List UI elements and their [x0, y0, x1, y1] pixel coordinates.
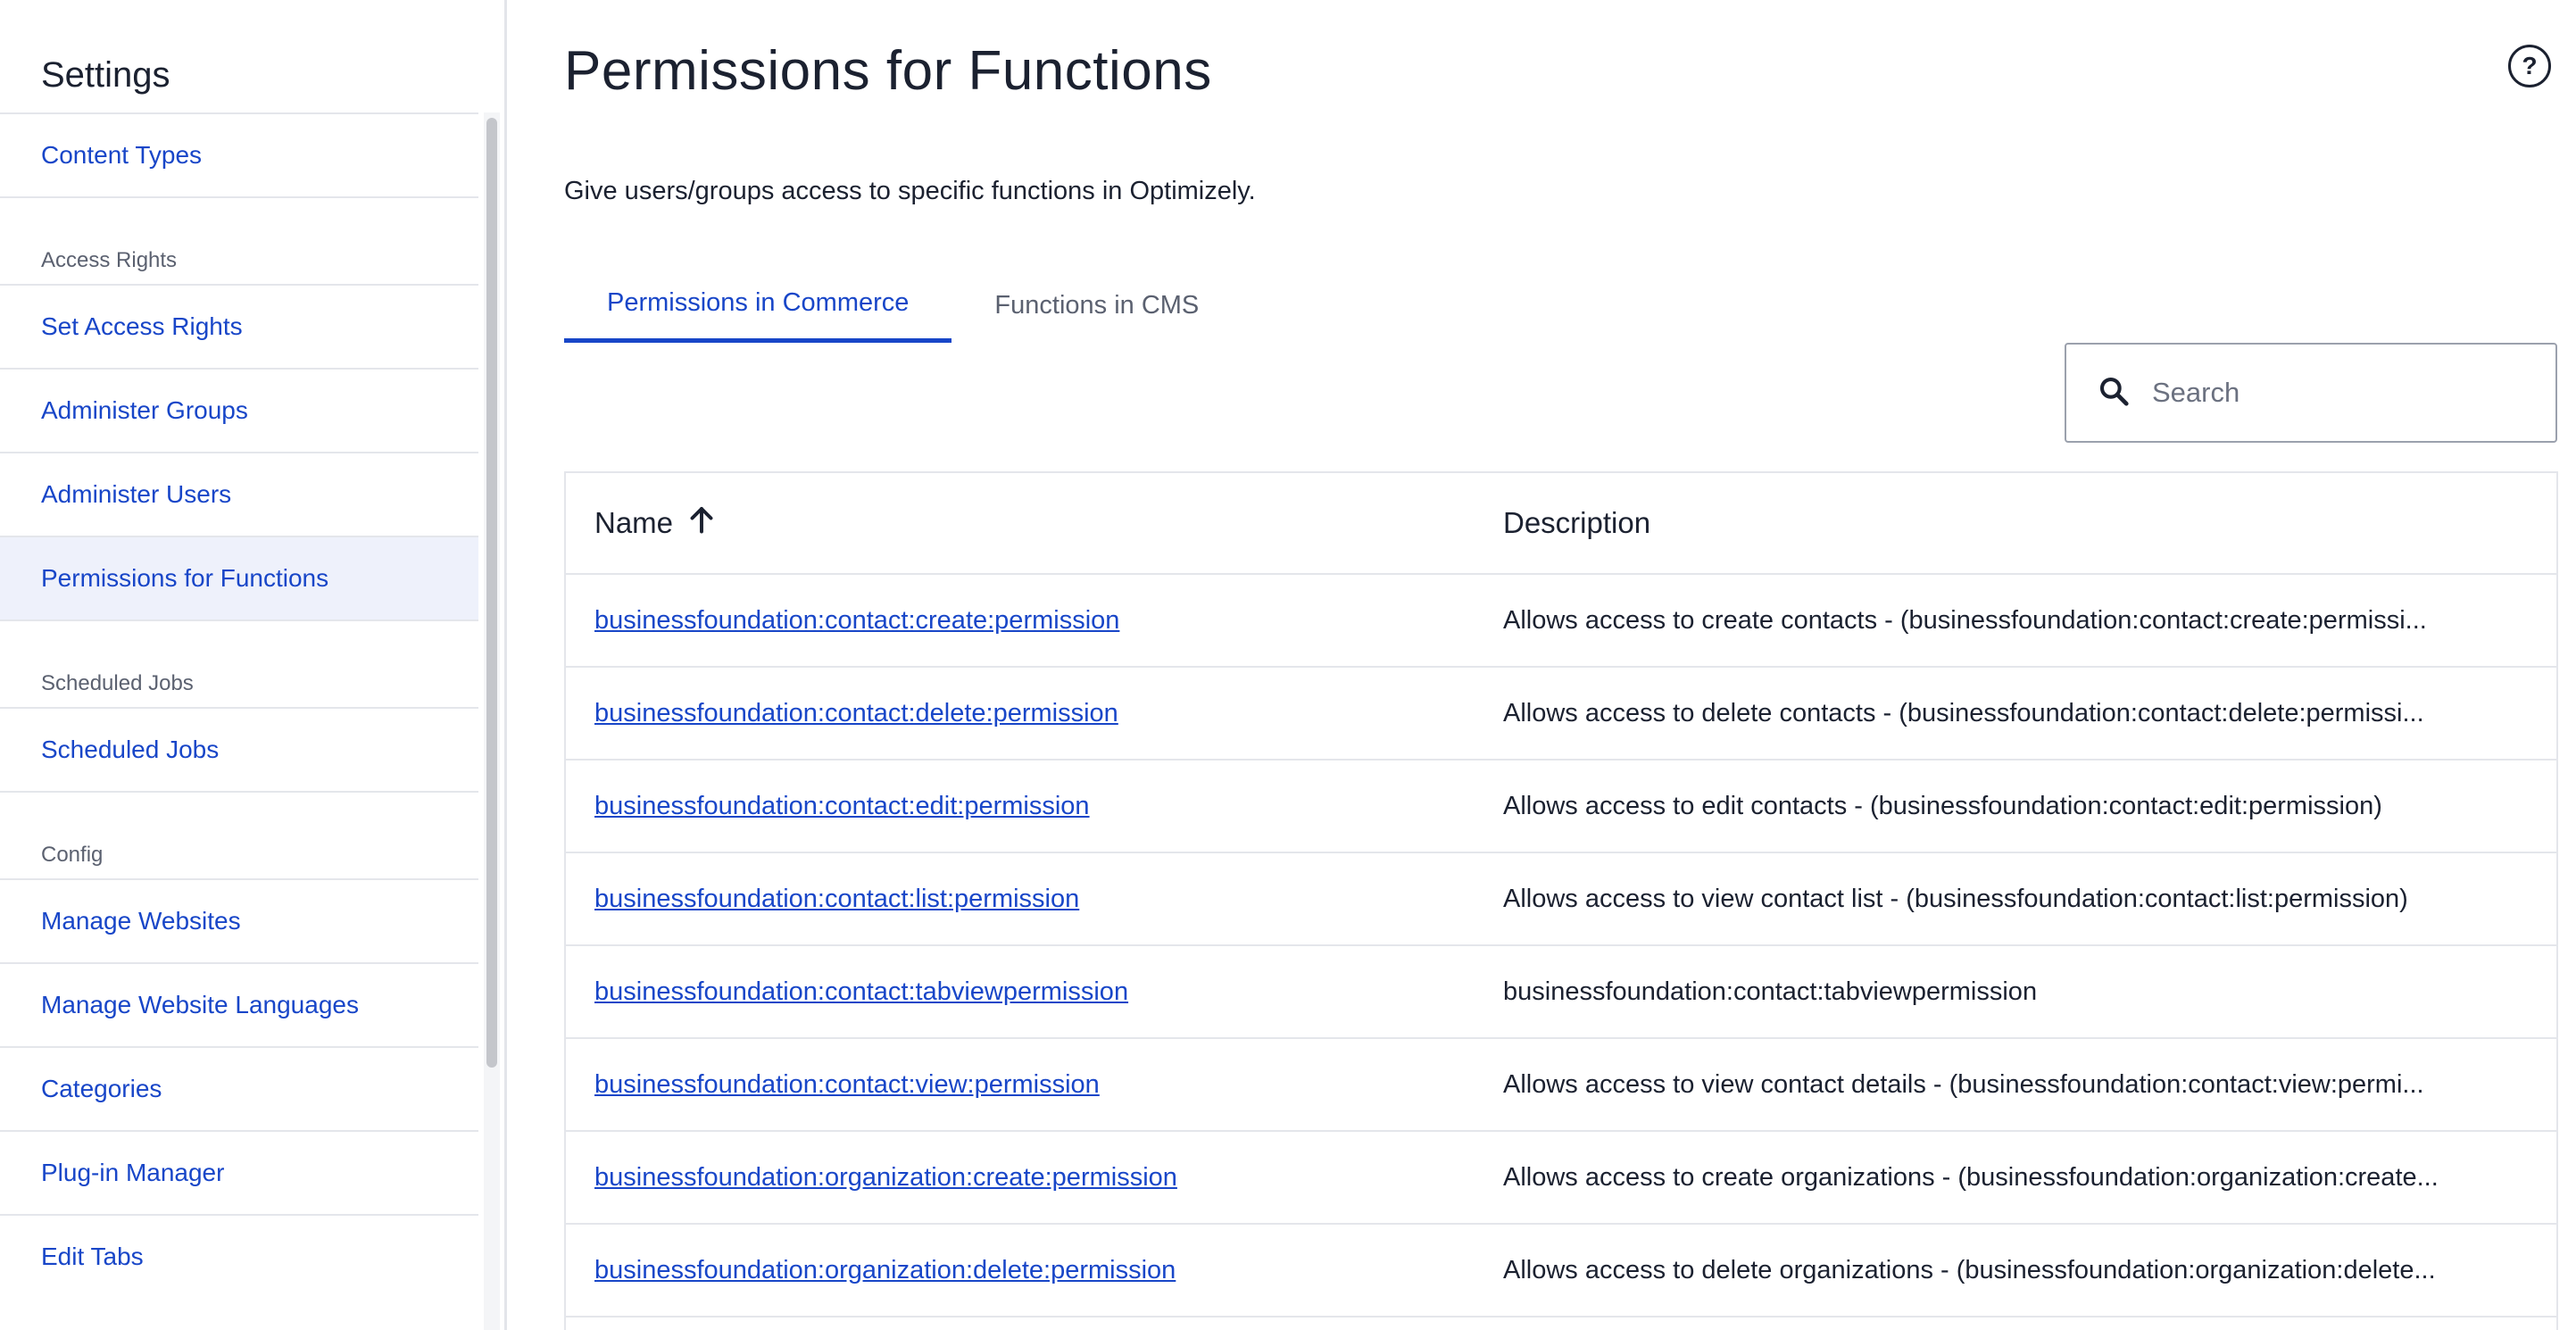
page-description: Give users/groups access to specific fun… — [564, 177, 1256, 205]
permission-name-cell: businessfoundation:contact:create:permis… — [566, 606, 1503, 636]
table-row: businessfoundation:organization:create:p… — [566, 1132, 2556, 1225]
permission-name-link[interactable]: businessfoundation:contact:tabviewpermis… — [594, 977, 1128, 1006]
sort-ascending-icon[interactable] — [686, 503, 718, 543]
sidebar-nav: Content Types Access Rights Set Access Rig… — [0, 112, 478, 1330]
sidebar-section-scheduled-jobs: Scheduled Jobs — [0, 619, 478, 707]
table-row: businessfoundation:contact:edit:permissi… — [566, 761, 2556, 853]
permissions-table: Name Description businessfoundation:cont… — [564, 471, 2558, 1330]
search-box[interactable] — [2065, 343, 2557, 443]
tab-bar: Permissions in Commerce Functions in CMS — [564, 268, 1242, 343]
sidebar-scrollbar-thumb[interactable] — [486, 118, 497, 1068]
permission-name-link[interactable]: businessfoundation:organization:create:p… — [594, 1163, 1177, 1192]
permission-name-link[interactable]: businessfoundation:contact:delete:permis… — [594, 699, 1118, 727]
permission-name-cell: businessfoundation:contact:list:permissi… — [566, 885, 1503, 914]
sidebar-item-content-types[interactable]: Content Types — [0, 112, 478, 196]
sidebar-section-config: Config — [0, 791, 478, 878]
sidebar-item-categories[interactable]: Categories — [0, 1046, 478, 1130]
permission-name-cell: businessfoundation:organization:delete:p… — [566, 1256, 1503, 1285]
table-row: businessfoundation:contact:list:permissi… — [566, 853, 2556, 946]
sidebar-item-scheduled-jobs[interactable]: Scheduled Jobs — [0, 707, 478, 791]
permission-name-link[interactable]: businessfoundation:organization:delete:p… — [594, 1256, 1176, 1284]
column-header-name-label: Name — [594, 506, 674, 539]
permission-name-cell: businessfoundation:contact:tabviewpermis… — [566, 977, 1503, 1007]
permission-description: Allows access to delete contacts - (busi… — [1503, 698, 2424, 727]
permission-description: Allows access to view contact details - … — [1503, 1069, 2424, 1099]
table-row: businessfoundation:contact:delete:permis… — [566, 668, 2556, 761]
sidebar-section-access-rights: Access Rights — [0, 196, 478, 284]
column-header-description: Description — [1503, 506, 1651, 539]
sidebar-item-set-access-rights[interactable]: Set Access Rights — [0, 284, 478, 368]
permission-description: Allows access to delete organizations - … — [1503, 1255, 2436, 1284]
table-header: Name Description — [566, 473, 2556, 575]
sidebar-item-permissions-for-functions[interactable]: Permissions for Functions — [0, 536, 478, 619]
permission-name-cell: businessfoundation:contact:edit:permissi… — [566, 792, 1503, 821]
permission-description: Allows access to view contact list - (bu… — [1503, 884, 2408, 913]
table-row: businessfoundation:contact:view:permissi… — [566, 1039, 2556, 1132]
table-row: businessfoundation:organization:delete:p… — [566, 1225, 2556, 1318]
permission-description: businessfoundation:contact:tabviewpermis… — [1503, 977, 2038, 1006]
permission-name-link[interactable]: businessfoundation:contact:list:permissi… — [594, 885, 1079, 913]
permission-name-link[interactable]: businessfoundation:contact:edit:permissi… — [594, 792, 1090, 820]
sidebar-item-plug-in-manager[interactable]: Plug-in Manager — [0, 1130, 478, 1214]
column-header-name[interactable]: Name — [566, 503, 1503, 543]
table-body: businessfoundation:contact:create:permis… — [566, 575, 2556, 1318]
tab-permissions-in-commerce[interactable]: Permissions in Commerce — [564, 268, 952, 343]
permission-description: Allows access to edit contacts - (busine… — [1503, 791, 2382, 820]
tab-functions-in-cms[interactable]: Functions in CMS — [951, 268, 1242, 343]
sidebar-item-administer-users[interactable]: Administer Users — [0, 452, 478, 536]
permission-name-cell: businessfoundation:contact:delete:permis… — [566, 699, 1503, 728]
permission-name-link[interactable]: businessfoundation:contact:create:permis… — [594, 606, 1119, 635]
page-title: Permissions for Functions — [564, 40, 1212, 102]
sidebar-item-manage-websites[interactable]: Manage Websites — [0, 878, 478, 962]
permission-description: Allows access to create organizations - … — [1503, 1162, 2439, 1192]
sidebar-item-manage-website-languages[interactable]: Manage Website Languages — [0, 962, 478, 1046]
table-row: businessfoundation:contact:tabviewpermis… — [566, 946, 2556, 1039]
search-input[interactable] — [2150, 376, 2529, 410]
permission-description: Allows access to create contacts - (busi… — [1503, 605, 2427, 635]
sidebar-item-edit-tabs[interactable]: Edit Tabs — [0, 1214, 478, 1298]
sidebar-item-administer-groups[interactable]: Administer Groups — [0, 368, 478, 452]
sidebar-title: Settings — [41, 55, 170, 95]
permission-name-cell: businessfoundation:contact:view:permissi… — [566, 1070, 1503, 1100]
permission-name-cell: businessfoundation:organization:create:p… — [566, 1163, 1503, 1193]
table-row: businessfoundation:contact:create:permis… — [566, 575, 2556, 668]
search-icon — [2097, 374, 2131, 412]
help-icon[interactable]: ? — [2508, 45, 2551, 87]
permission-name-link[interactable]: businessfoundation:contact:view:permissi… — [594, 1070, 1100, 1099]
settings-sidebar: Settings Content Types Access Rights Set A… — [0, 0, 507, 1330]
